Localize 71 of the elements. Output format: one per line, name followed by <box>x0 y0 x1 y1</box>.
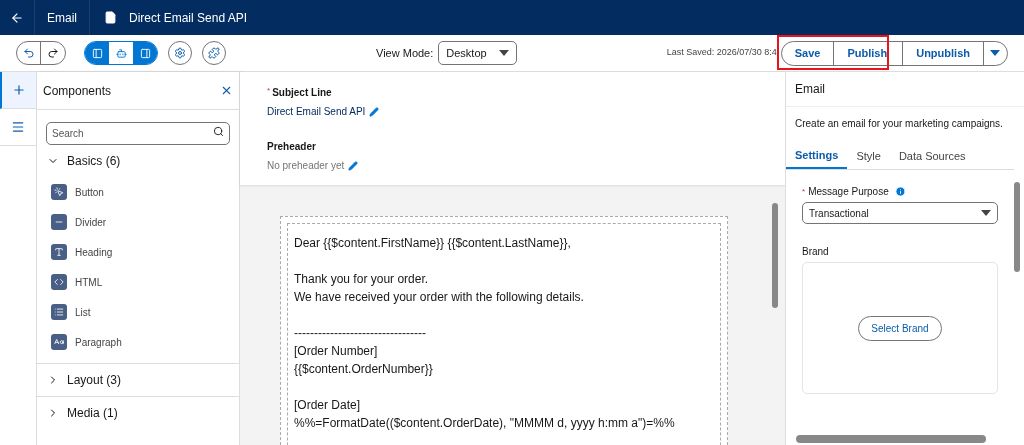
view-mode-label: View Mode: <box>376 45 434 61</box>
component-icon <box>51 214 67 230</box>
scrollbar-thumb[interactable] <box>1014 182 1020 272</box>
email-body-line: {{$content.OrderNumber}} <box>294 361 434 378</box>
plus-icon <box>12 83 26 97</box>
group-header[interactable]: Basics (6) <box>37 145 239 177</box>
email-body-line: --------------------------------- <box>294 325 427 342</box>
component-icon <box>51 334 67 350</box>
component-item[interactable]: List <box>37 297 239 327</box>
right-panel-icon <box>139 47 151 59</box>
scrollbar-thumb[interactable] <box>772 203 778 308</box>
component-icon <box>51 184 67 200</box>
close-button[interactable] <box>220 84 233 97</box>
email-body-line: [Order Number] <box>294 343 379 360</box>
puzzle-icon <box>208 47 220 59</box>
panel-toggle-button[interactable] <box>85 42 109 64</box>
edit-icon[interactable] <box>369 106 380 117</box>
document-title: Direct Email Send API <box>129 9 248 27</box>
panel-description: Create an email for your marketing campaigns. <box>794 117 1004 131</box>
component-item[interactable]: HTML <box>37 267 239 297</box>
component-item[interactable]: Heading <box>37 237 239 267</box>
search-field[interactable]: Search <box>46 122 230 145</box>
email-body-line: Thank you for your order. <box>294 271 430 288</box>
toolbar-action-button[interactable]: Publish <box>833 41 901 65</box>
section-label: Email <box>35 0 90 35</box>
redo-icon <box>47 47 59 59</box>
required-mark: * <box>267 85 271 97</box>
purpose-dropdown[interactable]: Transactional <box>802 202 998 224</box>
email-body-line: We have received your order with the following details. <box>294 289 585 306</box>
properties-tab[interactable]: Settings <box>786 143 848 169</box>
view-mode-dropdown[interactable]: Desktop <box>438 41 517 65</box>
close-icon <box>220 84 233 97</box>
menu-icon <box>11 120 25 134</box>
toolbar-action-button[interactable]: Save <box>781 41 834 65</box>
component-item[interactable]: Button <box>37 177 239 207</box>
properties-tab[interactable]: Style <box>847 143 890 169</box>
edit-icon[interactable] <box>348 160 359 171</box>
email-body-line: [Order Date] <box>294 397 362 414</box>
robot-icon <box>115 47 127 59</box>
panel-title: Components <box>43 82 112 100</box>
component-icon <box>51 274 67 290</box>
component-icon <box>51 244 67 260</box>
left-panel-icon <box>91 47 103 59</box>
group-header[interactable]: Media (1) <box>37 397 239 429</box>
document-icon <box>104 11 117 24</box>
field-label: Brand <box>802 245 830 259</box>
field-label: Subject Line <box>272 86 332 100</box>
email-body-line: %%=FormatDate(($content.OrderDate), "MMMM d, yyyy h:mm a")=%% <box>294 415 676 432</box>
scrollbar-thumb[interactable] <box>796 435 986 443</box>
caret-icon <box>498 50 509 56</box>
component-item[interactable]: Paragraph <box>37 327 239 357</box>
info-icon[interactable] <box>894 186 906 197</box>
search-icon <box>213 126 224 137</box>
caret-icon <box>990 50 1001 56</box>
toolbar-action-button[interactable]: Unpublish <box>902 41 983 65</box>
field-label: Message Purpose <box>808 185 889 199</box>
component-item[interactable]: Divider <box>37 207 239 237</box>
field-label: Preheader <box>267 140 317 154</box>
undo-icon <box>22 47 35 59</box>
caret-icon <box>981 210 991 216</box>
component-icon <box>51 304 67 320</box>
preheader-text: No preheader yet <box>267 159 345 173</box>
group-header[interactable]: Layout (3) <box>37 364 239 396</box>
email-body-line: Dear {{$content.FirstName}} {{$content.LastName}}, <box>294 235 572 252</box>
settings-icon <box>174 47 186 59</box>
panel-title: Email <box>786 72 1024 107</box>
last-saved-text: Last Saved: 2026/07/30 8:4 <box>666 46 777 60</box>
subject-text: Direct Email Send API <box>267 105 366 119</box>
required-mark: * <box>802 185 806 198</box>
panel-toggle-button[interactable] <box>133 42 157 64</box>
properties-tab[interactable]: Data Sources <box>889 143 975 169</box>
